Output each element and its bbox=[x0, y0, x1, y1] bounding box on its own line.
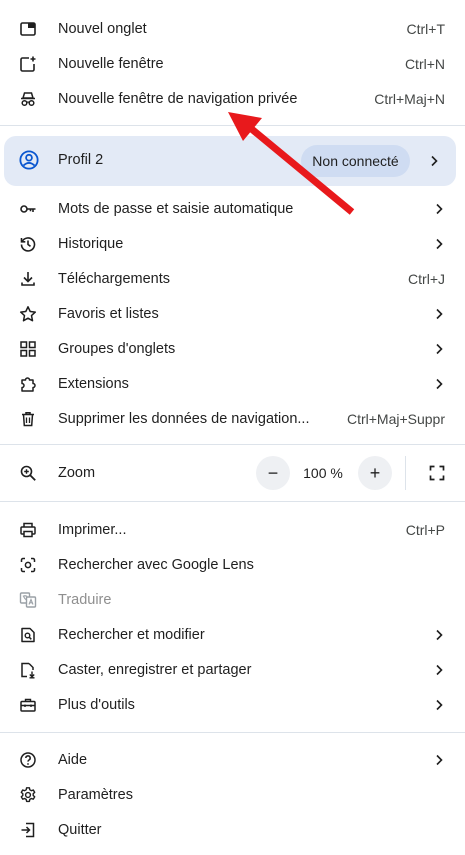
extensions-label: Extensions bbox=[58, 375, 129, 392]
find-icon bbox=[18, 625, 38, 645]
cast-label: Caster, enregistrer et partager bbox=[58, 661, 252, 678]
chrome-main-menu: Nouvel onglet Ctrl+T Nouvelle fenêtre Ct… bbox=[0, 0, 465, 855]
chevron-right-icon bbox=[433, 342, 445, 356]
find-label: Rechercher et modifier bbox=[58, 626, 205, 643]
profile-name: Profil 2 bbox=[58, 152, 104, 168]
menu-item-new-window[interactable]: Nouvelle fenêtre Ctrl+N bbox=[0, 46, 465, 81]
download-icon bbox=[18, 269, 38, 289]
zoom-divider bbox=[405, 456, 406, 490]
separator bbox=[0, 125, 465, 126]
cast-icon bbox=[18, 660, 38, 680]
key-icon bbox=[18, 199, 38, 219]
new-window-shortcut: Ctrl+N bbox=[404, 55, 445, 72]
print-shortcut: Ctrl+P bbox=[405, 521, 445, 538]
chevron-right-icon bbox=[433, 628, 445, 642]
menu-item-downloads[interactable]: Téléchargements Ctrl+J bbox=[0, 261, 465, 296]
separator bbox=[0, 732, 465, 733]
menu-item-new-tab[interactable]: Nouvel onglet Ctrl+T bbox=[0, 11, 465, 46]
menu-item-more-tools[interactable]: Plus d'outils bbox=[0, 687, 465, 722]
profile-icon bbox=[19, 150, 39, 170]
menu-item-history[interactable]: Historique bbox=[0, 226, 465, 261]
menu-item-clear-data[interactable]: Supprimer les données de navigation... C… bbox=[0, 401, 465, 436]
menu-item-zoom: Zoom − 100 % + bbox=[0, 455, 465, 491]
zoom-level: 100 % bbox=[303, 465, 343, 481]
puzzle-icon bbox=[18, 374, 38, 394]
menu-item-bookmarks[interactable]: Favoris et listes bbox=[0, 296, 465, 331]
fullscreen-button[interactable] bbox=[420, 456, 454, 490]
menu-item-find[interactable]: Rechercher et modifier bbox=[0, 617, 465, 652]
new-tab-label: Nouvel onglet bbox=[58, 20, 147, 37]
passwords-label: Mots de passe et saisie automatique bbox=[58, 200, 294, 217]
menu-item-translate[interactable]: Traduire bbox=[0, 582, 465, 617]
incognito-icon bbox=[18, 89, 38, 109]
chevron-right-icon bbox=[433, 237, 445, 251]
chevron-right-icon bbox=[428, 154, 440, 168]
downloads-label: Téléchargements bbox=[58, 270, 171, 287]
menu-item-settings[interactable]: Paramètres bbox=[0, 777, 465, 812]
menu-item-lens[interactable]: Rechercher avec Google Lens bbox=[0, 547, 465, 582]
chevron-right-icon bbox=[433, 663, 445, 677]
toolbox-icon bbox=[18, 695, 38, 715]
translate-icon bbox=[18, 590, 38, 610]
bookmarks-label: Favoris et listes bbox=[58, 305, 159, 322]
help-icon bbox=[18, 750, 38, 770]
tab-groups-label: Groupes d'onglets bbox=[58, 340, 176, 357]
separator bbox=[0, 444, 465, 445]
new-window-label: Nouvelle fenêtre bbox=[58, 55, 164, 72]
zoom-out-button[interactable]: − bbox=[256, 456, 290, 490]
history-icon bbox=[18, 234, 38, 254]
chevron-right-icon bbox=[433, 202, 445, 216]
menu-item-passwords[interactable]: Mots de passe et saisie automatique bbox=[0, 191, 465, 226]
menu-item-help[interactable]: Aide bbox=[0, 742, 465, 777]
zoom-label: Zoom bbox=[58, 465, 96, 481]
separator bbox=[0, 501, 465, 502]
lens-label: Rechercher avec Google Lens bbox=[58, 556, 254, 573]
chevron-right-icon bbox=[433, 753, 445, 767]
incognito-shortcut: Ctrl+Maj+N bbox=[374, 90, 445, 107]
menu-item-cast[interactable]: Caster, enregistrer et partager bbox=[0, 652, 465, 687]
downloads-shortcut: Ctrl+J bbox=[408, 270, 445, 287]
star-icon bbox=[18, 304, 38, 324]
printer-icon bbox=[18, 520, 38, 540]
menu-item-quit[interactable]: Quitter bbox=[0, 812, 465, 847]
zoom-icon bbox=[18, 463, 38, 483]
exit-icon bbox=[18, 820, 38, 840]
chevron-right-icon bbox=[433, 698, 445, 712]
chevron-right-icon bbox=[433, 307, 445, 321]
quit-label: Quitter bbox=[58, 821, 102, 838]
incognito-label: Nouvelle fenêtre de navigation privée bbox=[58, 90, 298, 107]
chevron-right-icon bbox=[433, 377, 445, 391]
history-label: Historique bbox=[58, 235, 124, 252]
tab-groups-icon bbox=[18, 339, 38, 359]
zoom-in-button[interactable]: + bbox=[358, 456, 392, 490]
menu-item-extensions[interactable]: Extensions bbox=[0, 366, 465, 401]
clear-data-shortcut: Ctrl+Maj+Suppr bbox=[346, 410, 445, 427]
sign-in-status-badge[interactable]: Non connecté bbox=[301, 145, 410, 177]
more-tools-label: Plus d'outils bbox=[58, 696, 135, 713]
new-tab-shortcut: Ctrl+T bbox=[406, 20, 446, 37]
print-label: Imprimer... bbox=[58, 521, 127, 538]
translate-label: Traduire bbox=[58, 591, 112, 608]
fullscreen-icon bbox=[429, 465, 445, 481]
clear-data-label: Supprimer les données de navigation... bbox=[58, 410, 310, 427]
trash-icon bbox=[18, 409, 38, 429]
new-window-icon bbox=[18, 54, 38, 74]
menu-item-incognito[interactable]: Nouvelle fenêtre de navigation privée Ct… bbox=[0, 81, 465, 116]
new-tab-icon bbox=[18, 19, 38, 39]
help-label: Aide bbox=[58, 751, 88, 768]
lens-icon bbox=[18, 555, 38, 575]
profile-row[interactable]: Profil 2 Non connecté bbox=[4, 136, 456, 186]
gear-icon bbox=[18, 785, 38, 805]
menu-item-print[interactable]: Imprimer... Ctrl+P bbox=[0, 512, 465, 547]
settings-label: Paramètres bbox=[58, 786, 133, 803]
menu-item-tab-groups[interactable]: Groupes d'onglets bbox=[0, 331, 465, 366]
